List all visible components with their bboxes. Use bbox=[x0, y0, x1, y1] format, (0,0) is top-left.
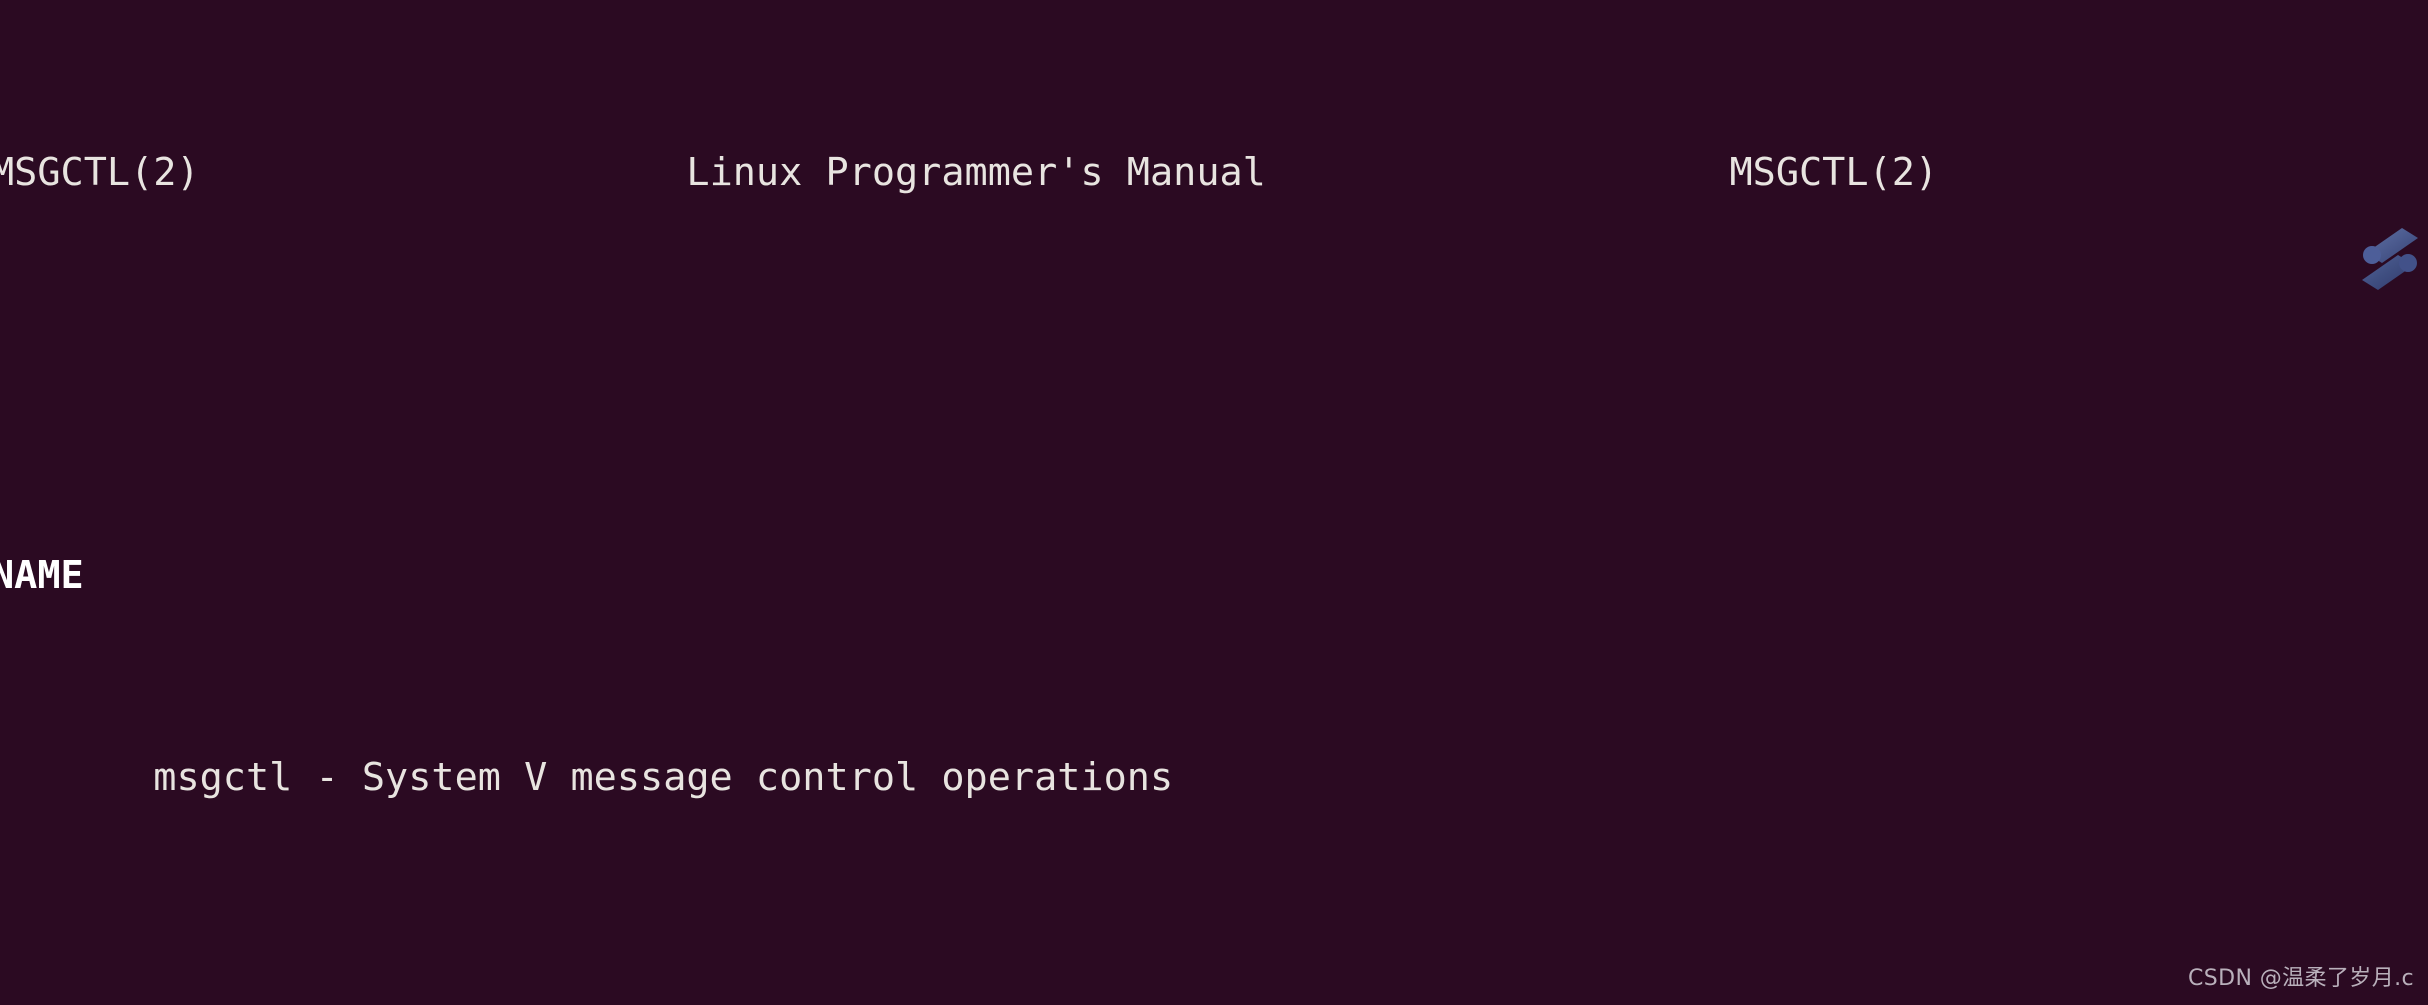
section-heading-name: NAME bbox=[0, 556, 1938, 596]
man-header-center: Linux Programmer's Manual bbox=[686, 150, 1266, 196]
terminal-window[interactable]: MSGCTL(2) Linux Programmer's Manual MSGC… bbox=[0, 0, 2428, 1005]
man-header-line: MSGCTL(2) Linux Programmer's Manual MSGC… bbox=[0, 153, 1938, 193]
name-body-text: msgctl - System V message control operat… bbox=[153, 754, 1174, 800]
terminal-bottom-bar bbox=[0, 999, 2428, 1005]
man-header-right: MSGCTL(2) bbox=[1729, 150, 1939, 196]
s-logo-icon bbox=[2362, 228, 2418, 290]
man-page-content: MSGCTL(2) Linux Programmer's Manual MSGC… bbox=[0, 0, 1938, 1005]
man-header-left: MSGCTL(2) bbox=[0, 150, 200, 196]
csdn-watermark: CSDN @温柔了岁月.c bbox=[2187, 965, 2414, 991]
name-body-line: msgctl - System V message control operat… bbox=[0, 754, 1938, 800]
name-heading-text: NAME bbox=[0, 553, 84, 599]
header-gap-2 bbox=[1266, 150, 1730, 195]
header-gap-1 bbox=[200, 150, 687, 195]
